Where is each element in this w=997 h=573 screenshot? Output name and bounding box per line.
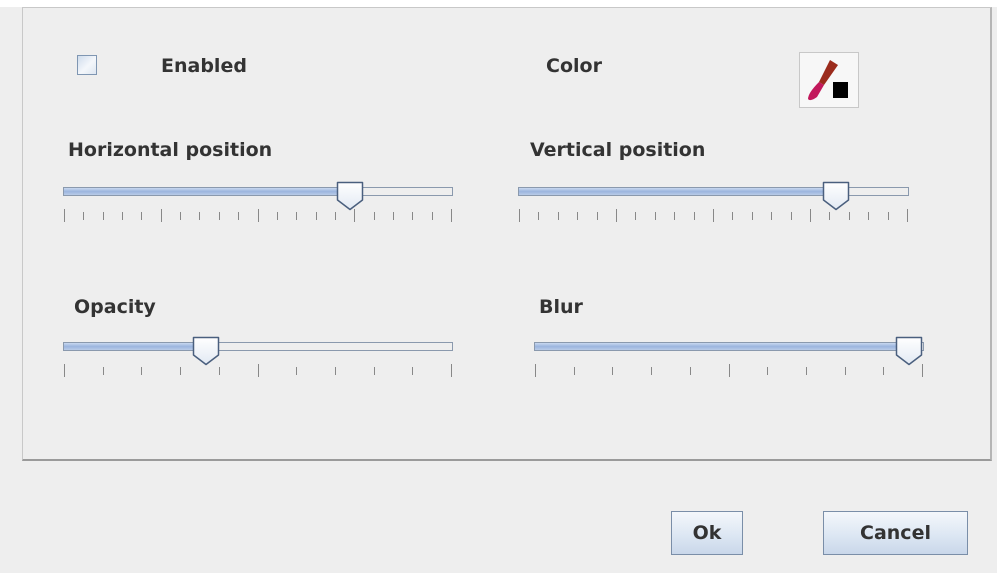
opacity-slider-tick <box>64 364 65 377</box>
opacity-slider-fill <box>64 343 207 350</box>
blur-slider-tick <box>535 364 536 377</box>
opacity-slider-ticks <box>63 364 453 378</box>
vertical-slider-tick <box>519 209 520 222</box>
shadow-settings-dialog: Enabled Color Horizontal position Vertic… <box>0 0 997 573</box>
opacity-slider-track[interactable] <box>63 342 453 351</box>
horizontal-slider-tick <box>161 209 162 222</box>
opacity-slider-tick <box>180 367 181 375</box>
blur-slider-tick <box>651 367 652 375</box>
horizontal-slider-tick <box>199 212 200 220</box>
horizontal-position-label: Horizontal position <box>68 139 273 161</box>
blur-slider-tick <box>806 367 807 375</box>
horizontal-slider-thumb[interactable] <box>335 180 365 212</box>
opacity-slider-tick <box>219 367 220 375</box>
blur-slider-tick <box>767 367 768 375</box>
opacity-slider-tick <box>451 364 452 377</box>
vertical-position-label: Vertical position <box>530 139 706 161</box>
vertical-slider-tick <box>732 212 733 220</box>
blur-slider[interactable] <box>534 336 924 394</box>
vertical-slider-tick <box>558 212 559 220</box>
enabled-checkbox[interactable] <box>77 55 97 75</box>
vertical-slider-tick <box>616 209 617 222</box>
opacity-slider-tick <box>296 367 297 375</box>
vertical-slider-tick <box>907 209 908 222</box>
blur-slider-fill <box>535 343 910 350</box>
horizontal-slider-tick <box>122 212 123 220</box>
blur-label: Blur <box>539 296 583 318</box>
brush-handle <box>819 60 838 85</box>
horizontal-slider-tick <box>393 212 394 220</box>
opacity-slider-tick <box>335 367 336 375</box>
blur-slider-tick <box>729 364 730 377</box>
opacity-slider-tick <box>258 364 259 377</box>
horizontal-slider-tick <box>296 212 297 220</box>
vertical-slider-tick <box>713 209 714 222</box>
color-picker-button[interactable] <box>799 52 859 108</box>
vertical-position-slider[interactable] <box>518 181 909 239</box>
blur-slider-tick <box>690 367 691 375</box>
blur-slider-tick <box>612 367 613 375</box>
vertical-slider-tick <box>674 212 675 220</box>
title-strip <box>0 0 997 7</box>
opacity-label: Opacity <box>74 296 156 318</box>
horizontal-slider-tick <box>316 212 317 220</box>
vertical-slider-tick <box>829 212 830 220</box>
selected-color-swatch <box>833 82 848 98</box>
opacity-slider-tick <box>412 367 413 375</box>
vertical-slider-tick <box>635 212 636 220</box>
horizontal-slider-fill <box>64 188 351 195</box>
opacity-slider-tick <box>103 367 104 375</box>
horizontal-slider-tick <box>83 212 84 220</box>
horizontal-slider-tick <box>451 209 452 222</box>
horizontal-slider-tick <box>258 209 259 222</box>
vertical-slider-tick <box>849 212 850 220</box>
horizontal-slider-track[interactable] <box>63 187 453 196</box>
horizontal-position-slider[interactable] <box>63 181 453 239</box>
vertical-slider-tick <box>694 212 695 220</box>
blur-slider-tick <box>845 367 846 375</box>
blur-slider-tick <box>574 367 575 375</box>
paintbrush-icon <box>808 60 848 101</box>
horizontal-slider-tick <box>219 212 220 220</box>
opacity-slider-tick <box>374 367 375 375</box>
horizontal-slider-tick <box>103 212 104 220</box>
vertical-slider-tick <box>868 212 869 220</box>
vertical-slider-tick <box>752 212 753 220</box>
opacity-slider-thumb[interactable] <box>191 335 221 367</box>
ok-button[interactable]: Ok <box>671 511 743 555</box>
blur-slider-thumb[interactable] <box>894 335 924 367</box>
color-label: Color <box>546 55 602 77</box>
horizontal-slider-tick <box>277 212 278 220</box>
vertical-slider-tick <box>577 212 578 220</box>
vertical-slider-tick <box>771 212 772 220</box>
horizontal-slider-tick <box>374 212 375 220</box>
horizontal-slider-tick <box>180 212 181 220</box>
vertical-slider-tick <box>791 212 792 220</box>
vertical-slider-thumb[interactable] <box>821 180 851 212</box>
horizontal-slider-tick <box>432 212 433 220</box>
horizontal-slider-tick <box>335 212 336 220</box>
horizontal-slider-tick <box>412 212 413 220</box>
vertical-slider-tick <box>888 212 889 220</box>
vertical-slider-tick <box>597 212 598 220</box>
opacity-slider[interactable] <box>63 336 453 394</box>
blur-slider-track[interactable] <box>534 342 924 351</box>
enabled-label: Enabled <box>161 55 247 77</box>
horizontal-slider-ticks <box>63 209 453 223</box>
cancel-button[interactable]: Cancel <box>823 511 968 555</box>
horizontal-slider-tick <box>141 212 142 220</box>
brush-bristles <box>808 82 824 101</box>
vertical-slider-tick <box>810 209 811 222</box>
opacity-slider-tick <box>141 367 142 375</box>
vertical-slider-tick <box>538 212 539 220</box>
horizontal-slider-tick <box>64 209 65 222</box>
blur-slider-ticks <box>534 364 924 378</box>
vertical-slider-tick <box>655 212 656 220</box>
blur-slider-tick <box>883 367 884 375</box>
horizontal-slider-tick <box>238 212 239 220</box>
vertical-slider-fill <box>519 188 837 195</box>
